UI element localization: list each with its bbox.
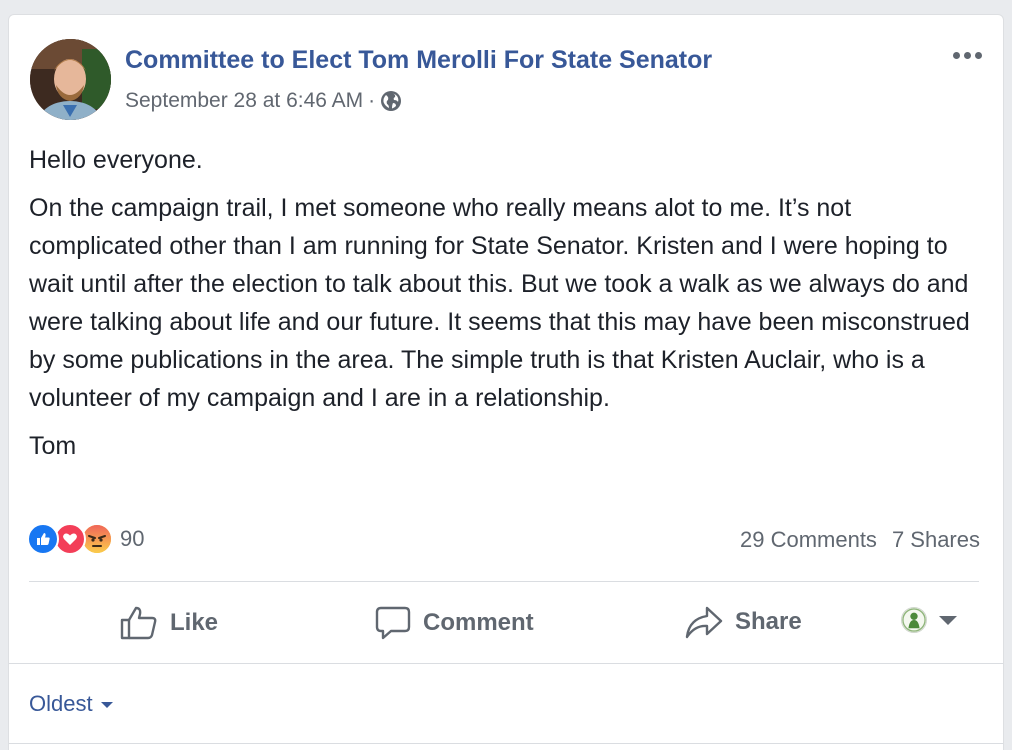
persona-avatar — [901, 607, 927, 633]
post-timestamp[interactable]: September 28 at 6:46 AM — [125, 89, 363, 113]
reactions-summary[interactable]: 90 — [27, 523, 144, 555]
chevron-down-icon — [100, 702, 113, 708]
post-paragraph: Tom — [29, 432, 77, 460]
post-paragraph: On the campaign trail, I met someone who… — [29, 194, 970, 412]
shares-count-link[interactable]: 7 Shares — [892, 527, 980, 553]
divider — [9, 663, 1003, 664]
post-action-bar: Like Comment Share — [9, 593, 1003, 655]
like-reaction-icon — [27, 523, 59, 555]
globe-icon[interactable] — [380, 90, 402, 112]
comment-sort-dropdown[interactable]: Oldest — [29, 691, 113, 717]
thumbs-up-icon — [120, 605, 158, 641]
divider — [29, 581, 979, 582]
reaction-count[interactable]: 90 — [120, 526, 144, 552]
post-as-selector[interactable] — [901, 607, 957, 633]
engagement-counts: 29 Comments 7 Shares — [740, 527, 980, 553]
post-card: Committee to Elect Tom Merolli For State… — [8, 14, 1004, 750]
more-options-icon[interactable] — [947, 43, 987, 67]
comment-bubble-icon — [375, 605, 411, 641]
comment-button[interactable]: Comment — [375, 605, 534, 641]
post-meta: September 28 at 6:46 AM · — [125, 89, 402, 113]
comments-count-link[interactable]: 29 Comments — [740, 527, 877, 553]
post-body: Hello everyone. On the campaign trail, I… — [29, 141, 989, 475]
like-button[interactable]: Like — [120, 605, 218, 641]
comment-sort-label: Oldest — [29, 691, 93, 716]
share-button[interactable]: Share — [685, 605, 802, 639]
page-name-link[interactable]: Committee to Elect Tom Merolli For State… — [125, 46, 712, 75]
meta-separator: · — [368, 89, 376, 112]
post-paragraph: Hello everyone. — [29, 146, 203, 174]
comment-label: Comment — [423, 609, 534, 636]
like-label: Like — [170, 609, 219, 636]
page-avatar[interactable] — [30, 39, 111, 120]
share-label: Share — [735, 608, 802, 635]
divider — [9, 743, 1003, 744]
chevron-down-icon — [939, 615, 957, 625]
share-arrow-icon — [685, 605, 723, 639]
